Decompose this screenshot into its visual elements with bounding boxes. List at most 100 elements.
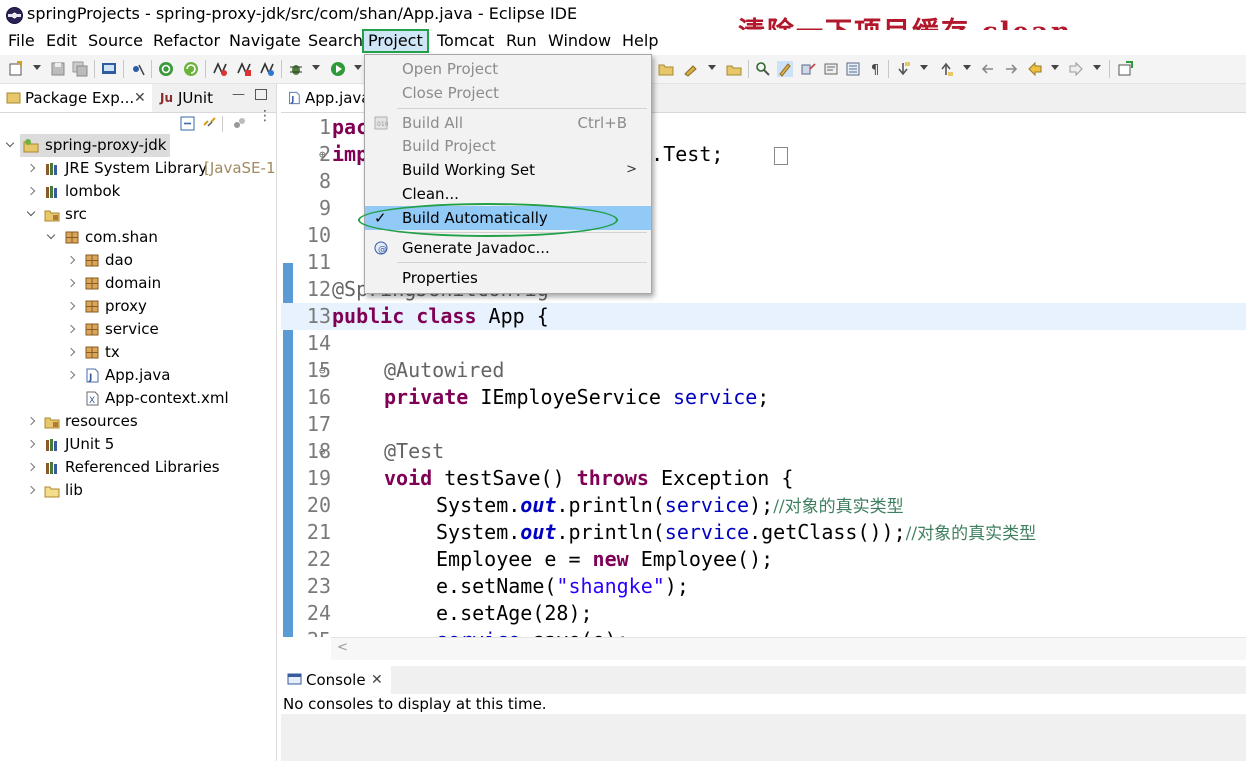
terminal-icon[interactable] <box>101 61 117 77</box>
tree-item-jre[interactable]: JRE System Library [JavaSE-1. <box>42 157 276 180</box>
chevron-right-icon[interactable] <box>25 456 39 479</box>
tomcat-restart-icon[interactable] <box>259 61 275 77</box>
menu-item-generate-javadoc[interactable]: @ Generate Javadoc... <box>365 236 651 260</box>
back-icon[interactable] <box>1027 61 1043 77</box>
tree-item-domain[interactable]: domain <box>82 272 262 295</box>
tomcat-stop-icon[interactable] <box>236 61 252 77</box>
chevron-right-icon[interactable] <box>65 295 79 318</box>
debug-icon[interactable] <box>288 61 304 77</box>
view-menu-icon[interactable]: ⋮ <box>258 109 272 123</box>
tree-item-service[interactable]: service <box>82 318 262 341</box>
forward-dropdown-icon[interactable] <box>1093 65 1101 70</box>
toggle-highlight-icon[interactable] <box>777 61 793 77</box>
tree-item-tx[interactable]: tx <box>82 341 262 364</box>
tab-app-java[interactable]: J App.java <box>281 84 371 112</box>
open-task-icon[interactable] <box>726 61 742 77</box>
word-wrap-icon[interactable] <box>823 61 839 77</box>
toggle-block-icon[interactable] <box>800 61 816 77</box>
chevron-right-icon[interactable] <box>25 180 39 203</box>
chevron-down-icon[interactable] <box>4 134 18 157</box>
fold-collapse-icon[interactable]: ⊖ <box>319 438 326 465</box>
show-whitespace-icon[interactable]: ¶ <box>868 61 884 77</box>
chevron-right-icon[interactable] <box>25 410 39 433</box>
menu-item-build-automatically[interactable]: ✓ Build Automatically <box>365 206 651 230</box>
chevron-right-icon[interactable] <box>65 364 79 387</box>
debug-dropdown-icon[interactable] <box>312 65 320 70</box>
search-tool-icon[interactable] <box>755 61 771 77</box>
chevron-right-icon[interactable] <box>65 249 79 272</box>
forward-icon[interactable] <box>1068 61 1084 77</box>
tab-junit[interactable]: Ju JUnit <box>158 84 228 112</box>
open-perspective-icon[interactable] <box>1117 61 1133 77</box>
chevron-right-icon[interactable] <box>65 318 79 341</box>
menu-help[interactable]: Help <box>620 30 660 52</box>
close-icon[interactable]: ✕ <box>371 666 383 694</box>
tab-package-explorer[interactable]: Package Exp... ✕ <box>0 84 152 112</box>
fold-expand-icon[interactable]: ⊕ <box>319 141 326 168</box>
tree-item-project[interactable]: spring-proxy-jdk <box>20 134 170 157</box>
tree-item-src[interactable]: src <box>42 203 242 226</box>
prev-annotation-dropdown-icon[interactable] <box>963 65 971 70</box>
minimize-icon[interactable]: — <box>232 87 245 102</box>
menu-item-close-project[interactable]: Close Project <box>365 81 651 105</box>
chevron-right-icon[interactable] <box>65 341 79 364</box>
tree-item-dao[interactable]: dao <box>82 249 262 272</box>
tomcat-start-icon[interactable] <box>212 61 228 77</box>
menu-navigate[interactable]: Navigate <box>227 30 303 52</box>
run-dropdown-icon[interactable] <box>354 65 362 70</box>
tree-item-resources[interactable]: resources <box>42 410 242 433</box>
chevron-right-icon[interactable] <box>65 272 79 295</box>
menu-item-build-all[interactable]: 010 Build All Ctrl+B <box>365 111 651 135</box>
tree-item-app-context-xml[interactable]: X App-context.xml <box>82 387 272 410</box>
open-type-icon[interactable] <box>683 61 699 77</box>
spring-start-icon[interactable] <box>158 61 174 77</box>
open-folder-icon[interactable] <box>658 61 674 77</box>
tree-item-lombok[interactable]: lombok <box>42 180 242 203</box>
menu-item-properties[interactable]: Properties <box>365 266 651 290</box>
collapse-all-icon[interactable] <box>180 116 195 131</box>
menu-run[interactable]: Run <box>504 30 539 52</box>
tree-item-referenced-libraries[interactable]: Referenced Libraries <box>42 456 262 479</box>
save-icon[interactable] <box>50 61 66 77</box>
back-dropdown-icon[interactable] <box>1051 65 1059 70</box>
menu-refactor[interactable]: Refactor <box>151 30 222 52</box>
menu-item-open-project[interactable]: Open Project <box>365 57 651 81</box>
link-editor-icon[interactable] <box>202 116 217 131</box>
scroll-left-icon[interactable]: < <box>337 640 348 655</box>
open-type-dropdown-icon[interactable] <box>708 65 716 70</box>
menu-edit[interactable]: Edit <box>44 30 79 52</box>
menu-project[interactable]: Project <box>362 29 429 53</box>
next-annotation-dropdown-icon[interactable] <box>920 65 928 70</box>
save-all-icon[interactable] <box>72 61 88 77</box>
fold-collapse-icon[interactable]: ⊖ <box>319 357 326 384</box>
collapsed-imports-icon[interactable] <box>774 147 788 165</box>
next-edit-icon[interactable] <box>1003 61 1019 77</box>
menu-source[interactable]: Source <box>86 30 145 52</box>
block-select-icon[interactable] <box>845 61 861 77</box>
chevron-down-icon[interactable] <box>25 203 39 226</box>
tree-item-app-java[interactable]: J App.java <box>82 364 262 387</box>
tree-item-junit5[interactable]: JUnit 5 <box>42 433 242 456</box>
next-annotation-icon[interactable] <box>895 61 911 77</box>
menu-tomcat[interactable]: Tomcat <box>435 30 496 52</box>
menu-file[interactable]: File <box>6 30 37 52</box>
chevron-right-icon[interactable] <box>25 433 39 456</box>
tree-item-lib[interactable]: lib <box>42 479 242 502</box>
tree-item-proxy[interactable]: proxy <box>82 295 262 318</box>
menu-window[interactable]: Window <box>546 30 613 52</box>
new-dropdown-icon[interactable] <box>33 65 41 70</box>
menu-search[interactable]: Search <box>306 30 365 52</box>
chevron-right-icon[interactable] <box>25 479 39 502</box>
maximize-icon[interactable] <box>255 89 267 100</box>
horizontal-scrollbar[interactable]: < <box>331 637 1246 660</box>
menu-item-clean[interactable]: Clean... <box>365 182 651 206</box>
prev-annotation-icon[interactable] <box>938 61 954 77</box>
chevron-down-icon[interactable] <box>45 226 59 249</box>
skip-breakpoints-icon[interactable] <box>130 61 146 77</box>
run-icon[interactable] <box>330 61 346 77</box>
menu-item-build-working-set[interactable]: Build Working Set > <box>365 158 651 182</box>
tree-item-package-com-shan[interactable]: com.shan <box>62 226 262 249</box>
last-edit-icon[interactable] <box>980 61 996 77</box>
tab-console[interactable]: Console ✕ <box>281 666 391 694</box>
spring-refresh-icon[interactable] <box>183 61 199 77</box>
